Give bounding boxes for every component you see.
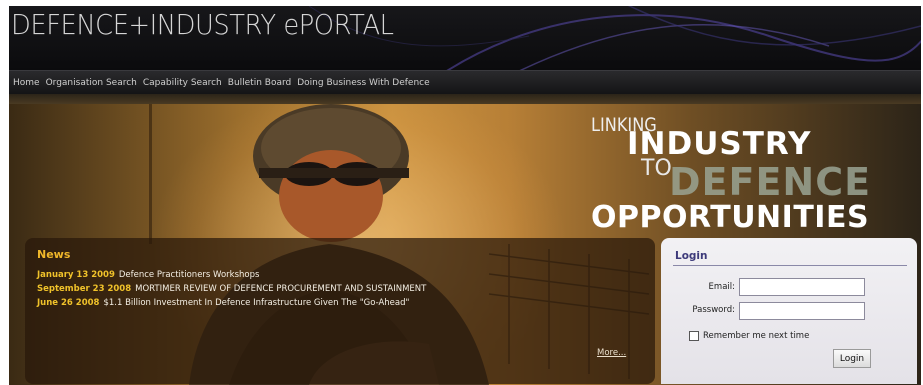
password-field[interactable] bbox=[739, 302, 865, 320]
nav-item-home[interactable]: Home bbox=[13, 78, 40, 88]
news-date: June 26 2008 bbox=[37, 298, 100, 308]
email-field[interactable] bbox=[739, 278, 865, 296]
news-panel: News January 13 2009 Defence Practitioner… bbox=[25, 238, 655, 384]
news-item[interactable]: June 26 2008 $1.1 Billion Investment In D… bbox=[37, 296, 637, 310]
news-title: News bbox=[37, 248, 71, 261]
remember-me-label[interactable]: Remember me next time bbox=[703, 331, 809, 341]
tagline-to: TO bbox=[641, 156, 672, 181]
news-headline[interactable]: Defence Practitioners Workshops bbox=[119, 270, 260, 280]
news-date: January 13 2009 bbox=[37, 270, 115, 280]
login-button[interactable]: Login bbox=[833, 349, 871, 368]
login-title: Login bbox=[675, 250, 708, 262]
portal-frame: DEFENCE+INDUSTRY ePORTAL Home Organisati… bbox=[9, 6, 921, 385]
news-date: September 23 2008 bbox=[37, 284, 132, 294]
email-label: Email: bbox=[708, 282, 735, 292]
tagline-opportunities: OPPORTUNITIES bbox=[591, 200, 870, 235]
login-panel: Login Email: Password: Remember me next … bbox=[661, 238, 917, 384]
nav-item-doing-business[interactable]: Doing Business With Defence bbox=[297, 78, 429, 88]
hero-tagline: LINKING INDUSTRY DEFENCE TO OPPORTUNITIE… bbox=[591, 114, 911, 236]
nav-item-organisation-search[interactable]: Organisation Search bbox=[46, 78, 137, 88]
news-headline[interactable]: MORTIMER REVIEW OF DEFENCE PROCUREMENT A… bbox=[135, 284, 426, 294]
hero-banner: LINKING INDUSTRY DEFENCE TO OPPORTUNITIE… bbox=[9, 104, 921, 385]
news-list: January 13 2009 Defence Practitioners Wor… bbox=[37, 268, 637, 310]
password-label: Password: bbox=[692, 305, 735, 315]
nav-divider-strip bbox=[9, 94, 921, 104]
news-headline[interactable]: $1.1 Billion Investment In Defence Infra… bbox=[103, 298, 409, 308]
main-nav: Home Organisation Search Capability Sear… bbox=[9, 70, 921, 94]
remember-me-row[interactable]: Remember me next time bbox=[689, 331, 809, 341]
news-item[interactable]: September 23 2008 MORTIMER REVIEW OF DEFE… bbox=[37, 282, 637, 296]
nav-item-capability-search[interactable]: Capability Search bbox=[143, 78, 222, 88]
site-logo[interactable]: DEFENCE+INDUSTRY ePORTAL bbox=[11, 8, 394, 41]
login-divider bbox=[673, 265, 907, 266]
site-header: DEFENCE+INDUSTRY ePORTAL bbox=[9, 6, 921, 70]
news-more-link[interactable]: More... bbox=[597, 348, 626, 358]
remember-me-checkbox[interactable] bbox=[689, 331, 699, 341]
tagline-defence: DEFENCE bbox=[669, 160, 872, 204]
nav-item-bulletin-board[interactable]: Bulletin Board bbox=[228, 78, 291, 88]
news-item[interactable]: January 13 2009 Defence Practitioners Wor… bbox=[37, 268, 637, 282]
